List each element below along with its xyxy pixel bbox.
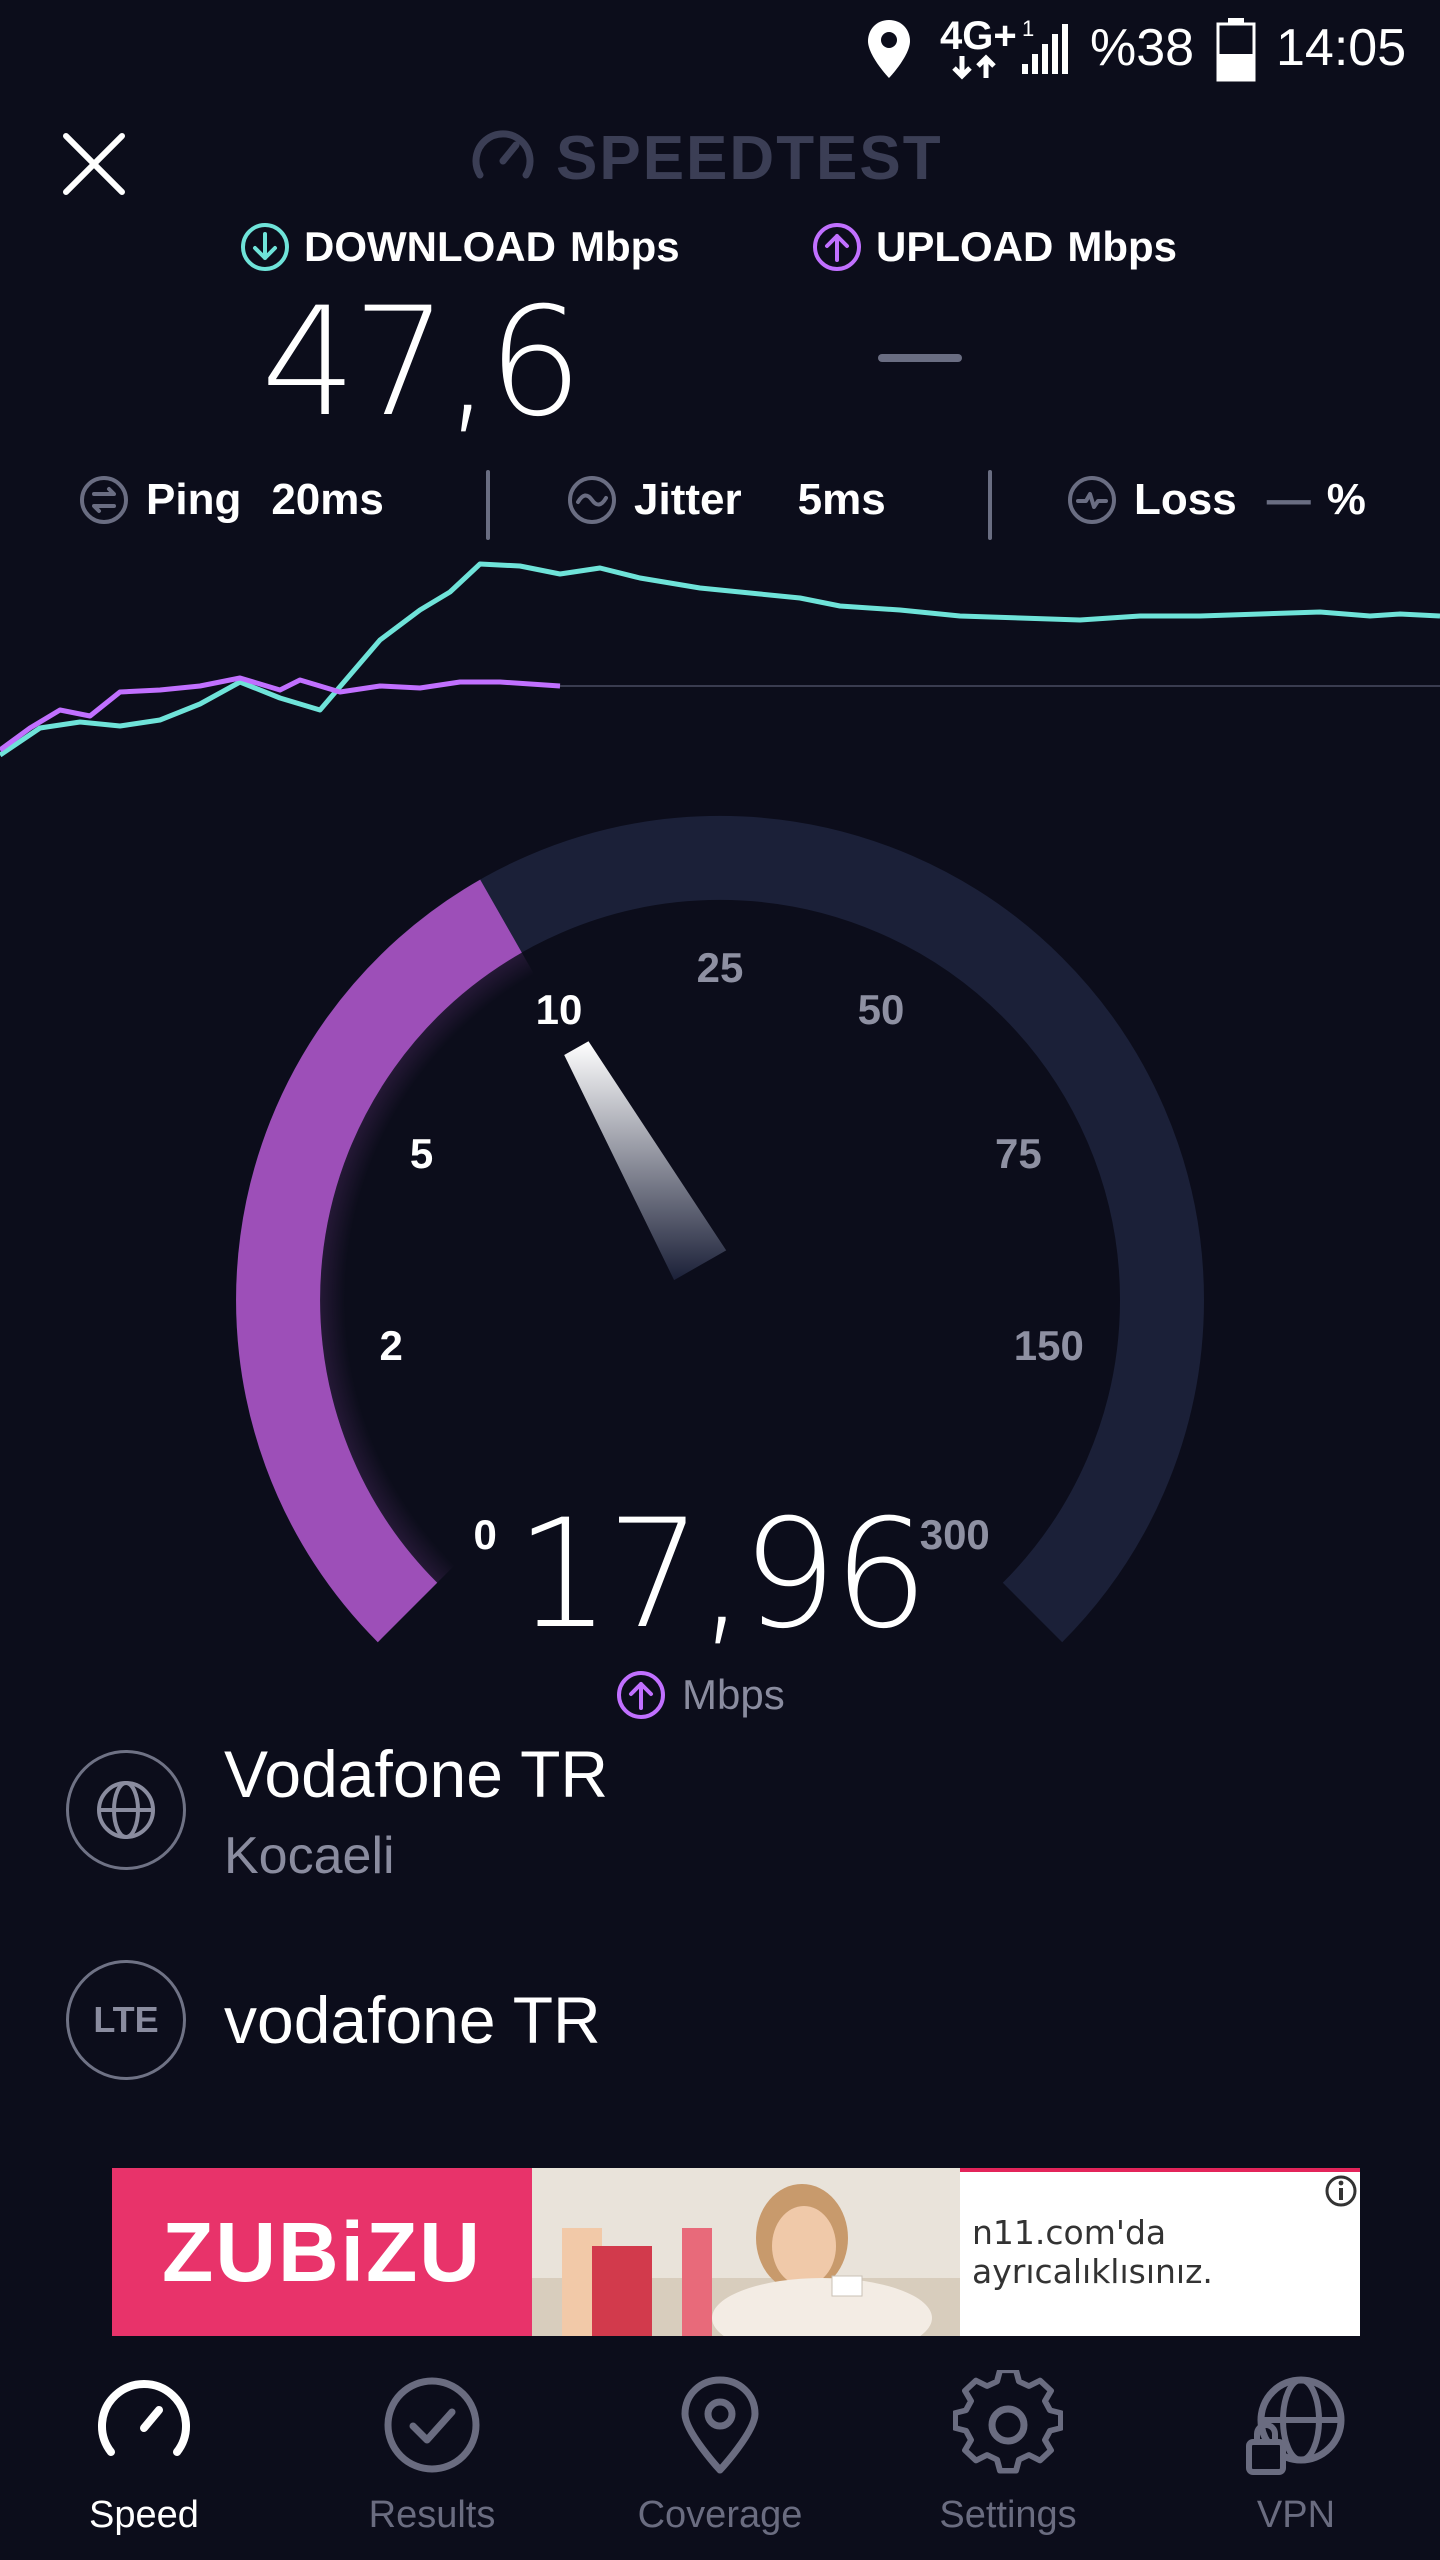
battery-percent: %38 [1090, 19, 1195, 77]
nav-label-speed: Speed [89, 2494, 199, 2536]
ping-label: Ping [146, 475, 242, 524]
ad-text-block[interactable]: n11.com'da ayrıcalıklısınız. [972, 2168, 1360, 2336]
ad-text: n11.com'da ayrıcalıklısınız. [972, 2213, 1213, 2291]
nav-item-results[interactable]: Results [288, 2360, 576, 2560]
gauge-tick-label: 25 [696, 944, 744, 991]
gauge-unit-text: Mbps [682, 1671, 785, 1718]
server-location[interactable]: Kocaeli [224, 1826, 395, 1886]
arrow-up-circle-icon [617, 1671, 665, 1719]
download-label: DOWNLOAD Mbps [240, 222, 680, 272]
network-type: 4G+ [940, 14, 1017, 58]
upload-series-line [0, 675, 561, 753]
nav-item-coverage[interactable]: Coverage [576, 2360, 864, 2560]
ad-photo[interactable] [532, 2168, 960, 2336]
app-title-text: SPEEDTEST [556, 123, 943, 193]
carrier-name: vodafone TR [224, 1983, 601, 2057]
nav-item-speed[interactable]: Speed [0, 2360, 288, 2560]
jitter-icon [568, 476, 616, 524]
ad-banner[interactable]: ZUBiZU n11.com'da ayrıcalıklısınız. [112, 2168, 1360, 2336]
signal-icon [1022, 24, 1068, 74]
speedometer-icon [98, 2380, 190, 2456]
gauge-tick-label: 50 [857, 985, 905, 1033]
nav-label-settings: Settings [939, 2494, 1077, 2536]
loss-value: — [1266, 475, 1311, 524]
speedometer-icon [472, 130, 534, 179]
gauge-tick-label: 150 [1013, 1322, 1084, 1370]
nav-label-coverage: Coverage [637, 2494, 803, 2536]
close-icon[interactable] [58, 128, 130, 200]
speed-history-graph [0, 561, 1440, 758]
loss-label: Loss [1134, 475, 1237, 524]
upload-label-text: UPLOAD [876, 223, 1054, 270]
vpn-globe-lock-icon [1246, 2376, 1345, 2475]
metric-divider [486, 470, 490, 540]
upload-value-placeholder [878, 354, 962, 362]
upload-unit: Mbps [1067, 223, 1177, 270]
arrow-up-circle-icon [813, 223, 861, 271]
loss-icon [1068, 476, 1116, 524]
download-value: 47,6 [261, 276, 583, 450]
isp-name[interactable]: Vodafone TR [224, 1736, 608, 1812]
status-bar: 4G+ 1 %38 14:05 [0, 0, 1440, 100]
ping-icon [80, 476, 128, 524]
gauge-reading: 17,96 [515, 1488, 928, 1662]
gauge-unit: Mbps [616, 1665, 785, 1725]
download-series-line [0, 561, 1440, 758]
nav-label-vpn: VPN [1256, 2494, 1336, 2536]
download-unit: Mbps [569, 223, 680, 270]
info-icon[interactable] [1324, 2174, 1358, 2208]
download-label-text: DOWNLOAD [304, 223, 556, 270]
gear-icon [953, 2370, 1063, 2474]
nav-item-settings[interactable]: Settings [864, 2360, 1152, 2560]
arrow-down-circle-icon [241, 223, 289, 271]
battery-icon [1216, 18, 1256, 82]
ping-metric: Ping 20ms [78, 462, 384, 538]
gauge-tick-label: 5 [409, 1130, 434, 1178]
nav-item-vpn[interactable]: VPN [1152, 2360, 1440, 2560]
loss-metric: Loss — % [1066, 462, 1366, 538]
gauge-tick-label: 75 [995, 1130, 1042, 1178]
globe-icon [97, 1781, 155, 1839]
metric-divider [988, 470, 992, 540]
nav-label-results: Results [368, 2494, 496, 2536]
isp-badge[interactable] [66, 1750, 186, 1870]
connection-badge: LTE [66, 1960, 186, 2080]
clock: 14:05 [1276, 19, 1407, 77]
loss-unit: % [1326, 475, 1366, 524]
check-circle-icon [384, 2377, 480, 2473]
ping-value: 20ms [271, 475, 384, 524]
jitter-metric: Jitter 5ms [566, 462, 886, 538]
ad-brand-block[interactable]: ZUBiZU [112, 2168, 532, 2336]
app-title: SPEEDTEST [470, 118, 943, 198]
upload-label: UPLOAD Mbps [812, 222, 1177, 272]
location-icon [868, 20, 910, 78]
ad-brand: ZUBiZU [162, 2204, 482, 2299]
jitter-label: Jitter [634, 475, 742, 524]
data-transfer-icon [952, 54, 996, 80]
gauge-tick-label: 2 [379, 1322, 403, 1370]
gauge-tick-label: 10 [535, 985, 583, 1033]
map-pin-icon [681, 2376, 759, 2474]
bottom-nav: Speed Results Coverage Settings VPN [0, 2360, 1440, 2560]
jitter-value: 5ms [797, 475, 886, 524]
connection-type: LTE [93, 1999, 159, 2040]
